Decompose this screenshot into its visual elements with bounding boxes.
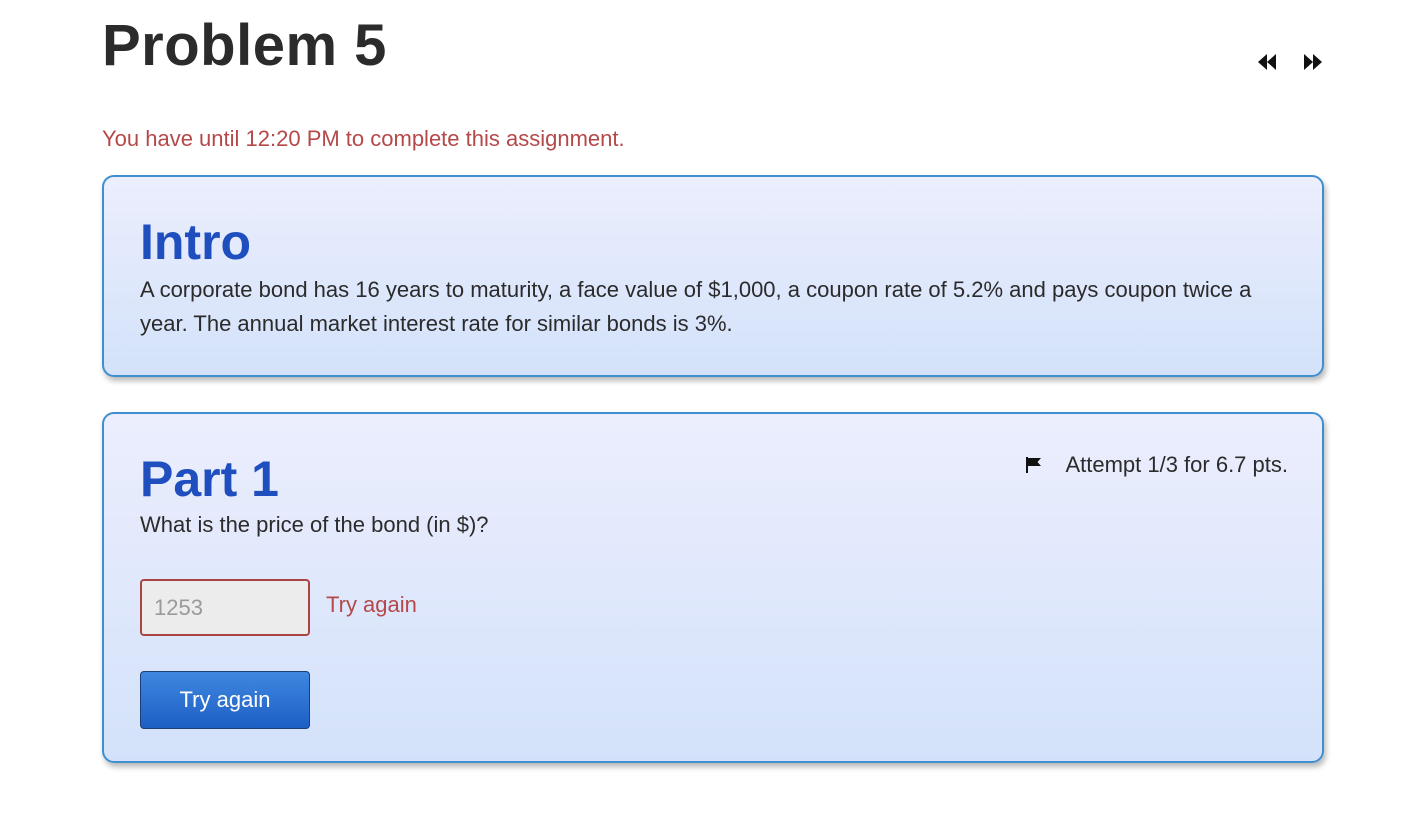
answer-input[interactable] [140, 579, 310, 636]
flag-icon [1026, 457, 1042, 473]
part-1-card: Part 1 Attempt 1/3 for 6.7 pts. What is … [102, 412, 1324, 763]
previous-problem-button[interactable] [1255, 50, 1279, 74]
flag-button[interactable] [1025, 456, 1043, 474]
double-chevron-left-icon [1258, 54, 1276, 70]
page: Problem 5 You have until 12:20 PM to com… [0, 0, 1403, 832]
problem-navigation [1255, 50, 1325, 74]
try-again-button[interactable]: Try again [140, 671, 310, 729]
deadline-notice: You have until 12:20 PM to complete this… [102, 126, 625, 151]
attempt-info: Attempt 1/3 for 6.7 pts. [1025, 452, 1288, 478]
next-problem-button[interactable] [1301, 50, 1325, 74]
feedback-message: Try again [326, 592, 417, 617]
intro-heading: Intro [140, 214, 252, 270]
part-1-heading: Part 1 [140, 451, 279, 507]
question-text: What is the price of the bond (in $)? [140, 512, 489, 537]
attempt-text: Attempt 1/3 for 6.7 pts. [1065, 452, 1288, 477]
intro-text: A corporate bond has 16 years to maturit… [140, 277, 1252, 336]
intro-card: Intro A corporate bond has 16 years to m… [102, 175, 1324, 377]
page-title: Problem 5 [102, 13, 387, 78]
double-chevron-right-icon [1304, 54, 1322, 70]
